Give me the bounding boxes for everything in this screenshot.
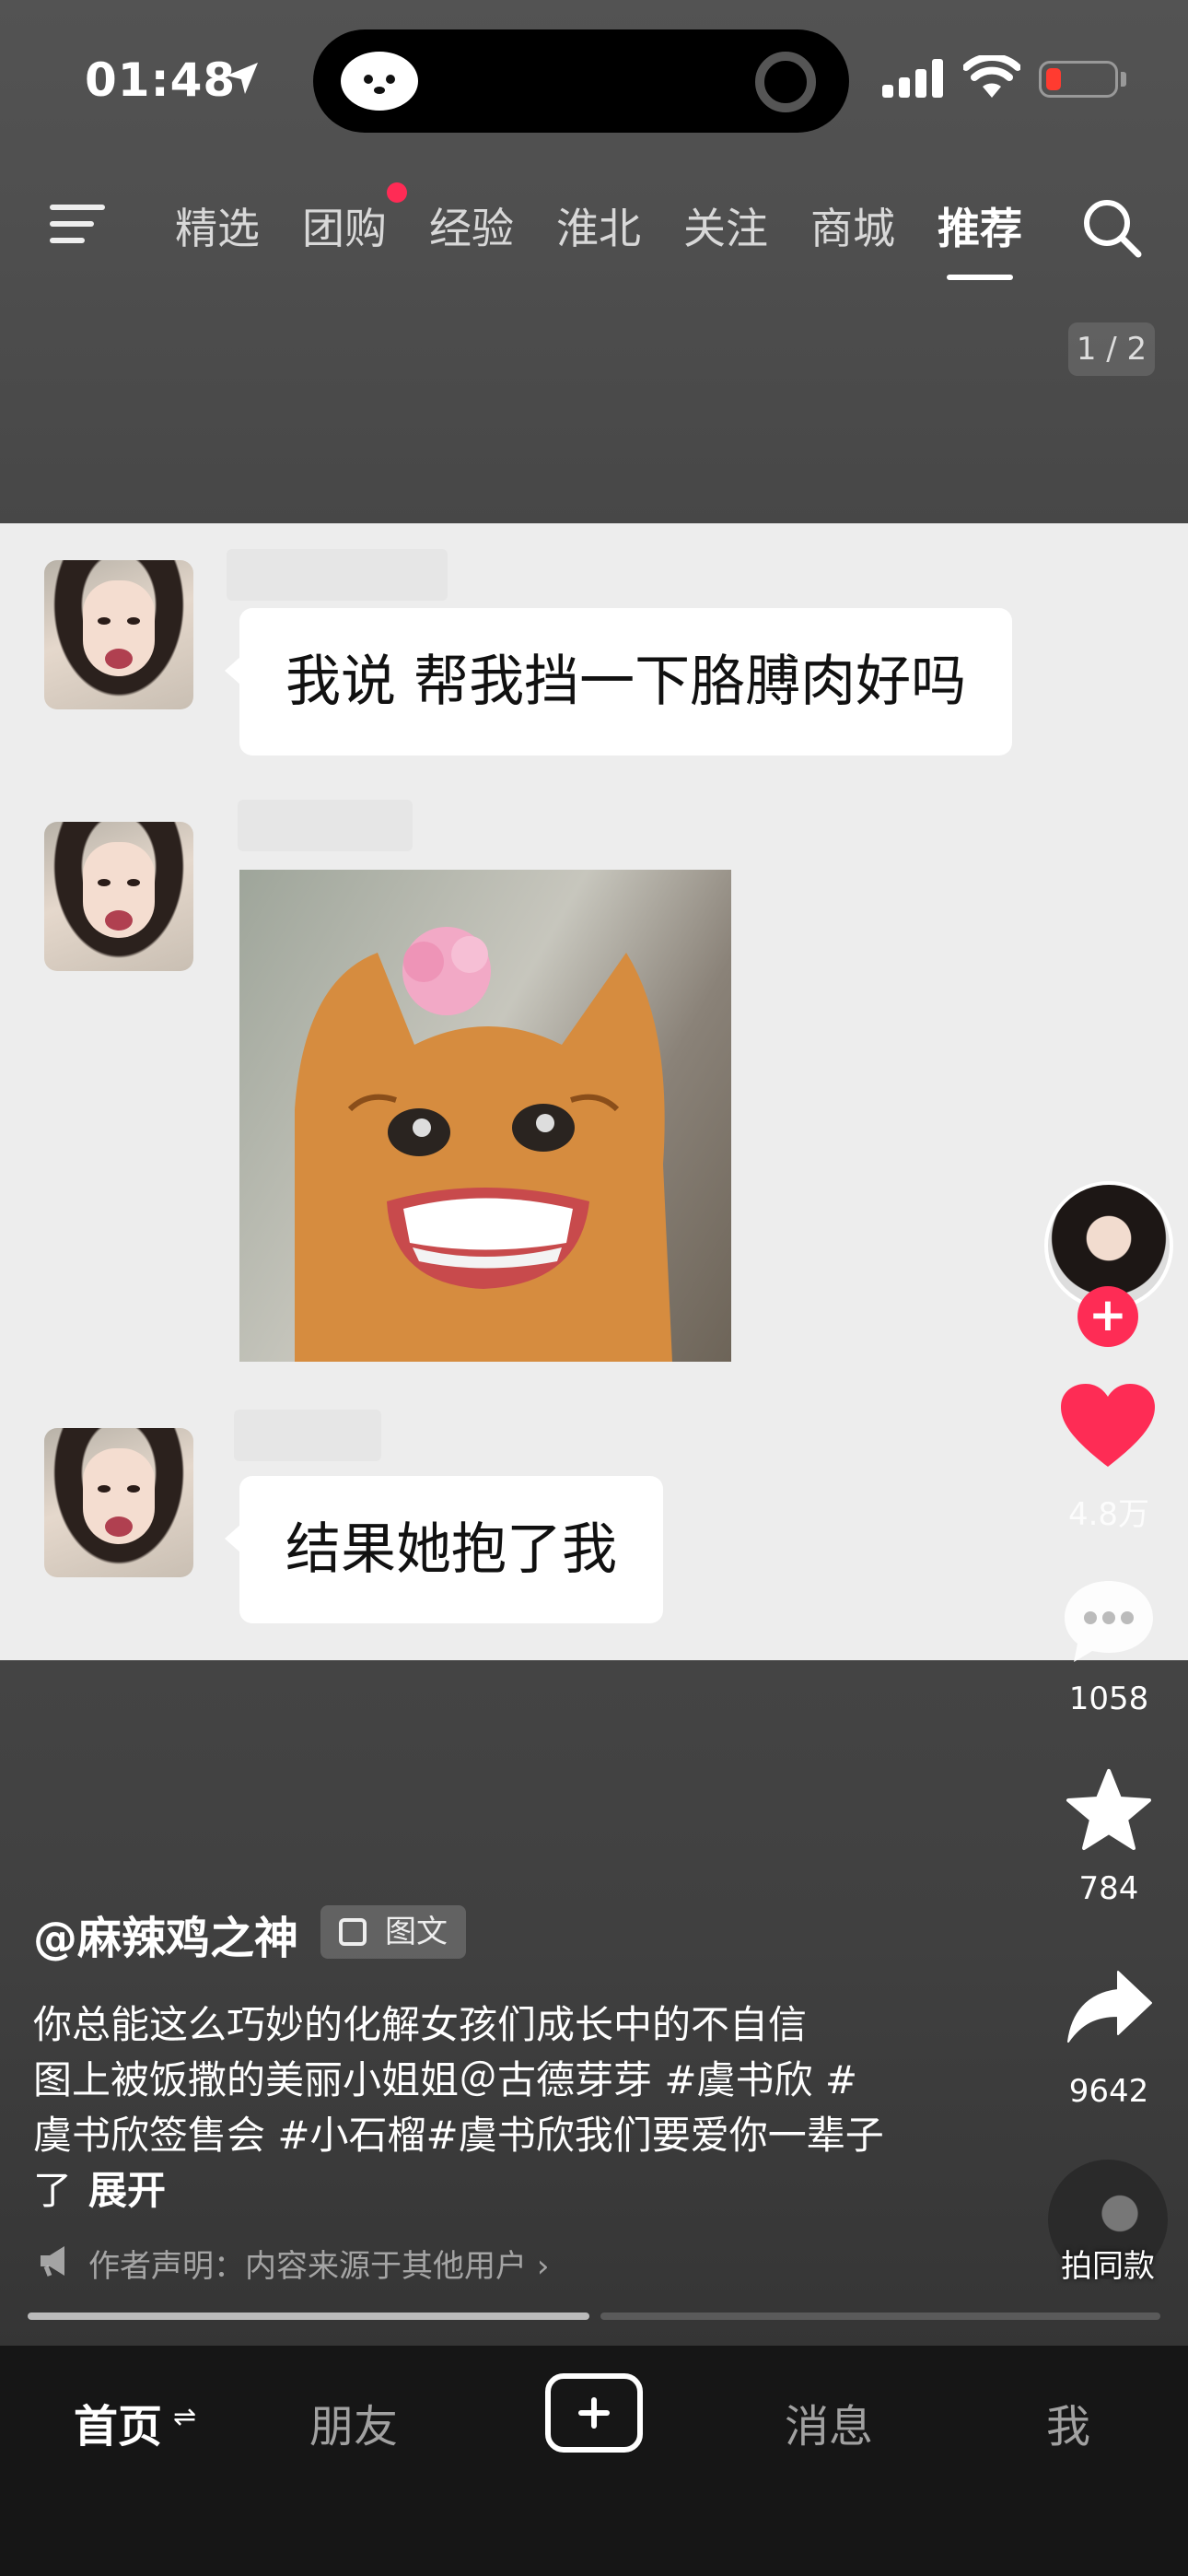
caption-line: 虞书欣签售会 #小石榴#虞书欣我们要爱你一辈子 xyxy=(33,2113,884,2158)
location-arrow-icon xyxy=(227,63,258,94)
megaphone-icon xyxy=(41,2246,64,2277)
image-progress-segment-1 xyxy=(28,2313,589,2320)
post-type-label: 图文 xyxy=(385,1914,448,1950)
dynamic-island xyxy=(313,29,849,133)
chat-bubble: 结果她抱了我 xyxy=(225,1476,663,1623)
tab-group-buy[interactable]: 团购 xyxy=(302,195,387,256)
image-page-indicator: 1 / 2 xyxy=(1068,322,1155,376)
favorite-star-icon[interactable] xyxy=(1065,1767,1153,1852)
blurred-name xyxy=(234,1410,381,1461)
caption-line: 你总能这么巧妙的化解女孩们成长中的不自信 xyxy=(33,2002,808,2047)
mascot-icon xyxy=(341,52,418,111)
tab-experience[interactable]: 经验 xyxy=(429,195,514,256)
caption-line-end: 了 xyxy=(33,2168,73,2213)
share-count: 9642 xyxy=(1068,2073,1149,2110)
expand-button[interactable]: 展开 xyxy=(88,2168,166,2213)
author-name[interactable]: @麻辣鸡之神 xyxy=(33,1902,298,1966)
tab-friends[interactable]: 朋友 xyxy=(309,2390,398,2454)
battery-icon xyxy=(1039,61,1118,98)
notification-dot xyxy=(387,182,407,203)
status-time: 01:48 xyxy=(85,53,237,107)
tab-me[interactable]: 我 xyxy=(1046,2390,1090,2454)
favorite-count: 784 xyxy=(1078,1870,1139,1907)
activity-ring-icon xyxy=(755,52,816,112)
chat-avatar xyxy=(44,560,193,709)
follow-button[interactable]: + xyxy=(1077,1286,1138,1347)
tab-mall[interactable]: 商城 xyxy=(810,195,895,256)
tab-featured[interactable]: 精选 xyxy=(175,195,260,256)
caption-line: 图上被饭撒的美丽小姐姐＠古德芽芽 #虞书欣 # xyxy=(33,2057,858,2102)
image-progress-segment-2 xyxy=(600,2313,1160,2320)
chat-avatar xyxy=(44,1428,193,1577)
tab-home[interactable]: 首页 xyxy=(74,2390,162,2454)
tab-messages[interactable]: 消息 xyxy=(785,2390,873,2454)
like-count: 4.8万 xyxy=(1067,1496,1150,1533)
share-icon[interactable] xyxy=(1065,1968,1155,2045)
photo-post-icon xyxy=(339,1918,367,1946)
battery-level xyxy=(1046,68,1061,90)
post-type-badge: 图文 xyxy=(320,1905,466,1959)
caption-line: 了展开 xyxy=(33,2163,954,2219)
comment-icon[interactable] xyxy=(1061,1577,1157,1666)
cellular-signal-icon xyxy=(882,59,943,98)
bottom-tab-bar: 首页 ⇌ 朋友 消息 我 xyxy=(0,2346,1188,2576)
chevron-right-icon: › xyxy=(536,2248,550,2285)
author-disclaimer[interactable]: 作者声明：内容来源于其他用户 › xyxy=(37,2241,549,2286)
use-template-label[interactable]: 拍同款 xyxy=(1030,2241,1186,2286)
tab-local[interactable]: 淮北 xyxy=(556,195,641,256)
search-icon[interactable] xyxy=(1079,195,1146,262)
smiling-cat-meme-image xyxy=(239,870,731,1362)
refresh-icon: ⇌ xyxy=(173,2401,197,2433)
menu-icon[interactable] xyxy=(50,201,105,247)
tab-recommended[interactable]: 推荐 xyxy=(938,195,1022,256)
like-heart-icon[interactable] xyxy=(1059,1382,1157,1470)
post-caption[interactable]: 你总能这么巧妙的化解女孩们成长中的不自信 图上被饭撒的美丽小姐姐＠古德芽芽 #虞… xyxy=(33,1997,954,2219)
create-post-button[interactable] xyxy=(545,2373,643,2453)
blurred-name xyxy=(227,549,448,601)
active-tab-indicator xyxy=(947,275,1013,280)
blurred-name xyxy=(238,800,413,851)
chat-avatar xyxy=(44,822,193,971)
tab-following[interactable]: 关注 xyxy=(683,195,768,256)
chat-bubble: 我说 帮我挡一下胳膊肉好吗 xyxy=(224,608,1013,755)
disclaimer-text: 作者声明：内容来源于其他用户 xyxy=(88,2248,527,2285)
wifi-icon xyxy=(963,55,1020,98)
comment-count: 1058 xyxy=(1068,1680,1149,1717)
battery-nub xyxy=(1121,72,1126,87)
